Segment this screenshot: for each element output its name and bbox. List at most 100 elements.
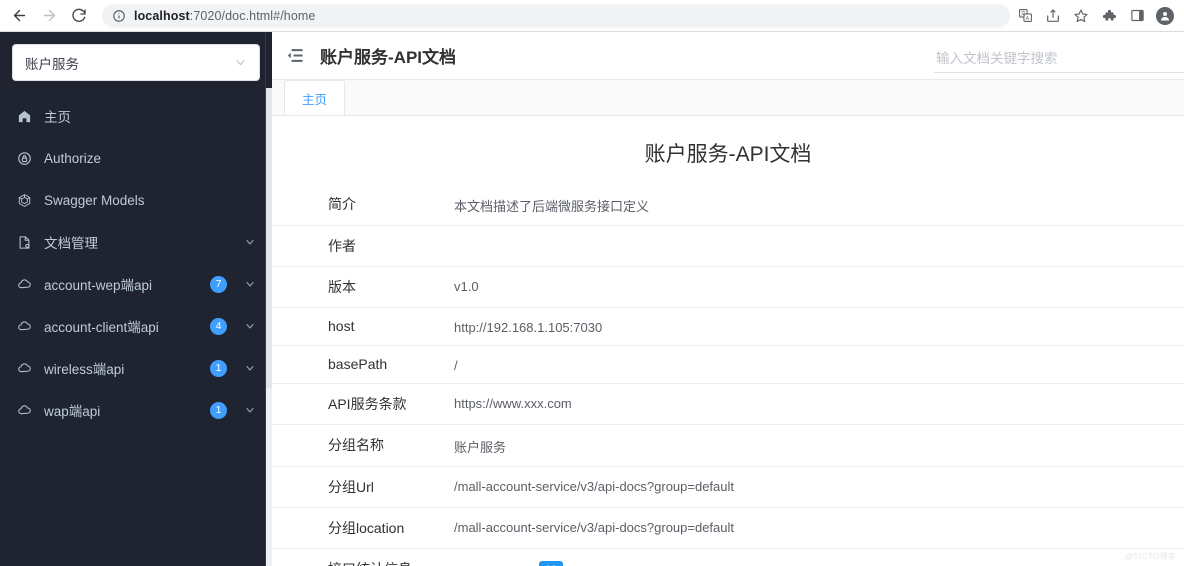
sidebar-item-label: 主页 <box>44 110 71 125</box>
address-bar[interactable]: localhost:7020/doc.html#/home <box>102 3 1010 28</box>
url-text: localhost:7020/doc.html#/home <box>134 9 315 23</box>
sidebar-item-document-manage[interactable]: 文档管理 <box>0 221 272 263</box>
tab-label: 主页 <box>302 92 328 107</box>
chevron-down-icon <box>244 320 256 332</box>
sidebar-item-label: Authorize <box>44 150 102 166</box>
svg-text:文: 文 <box>1020 10 1025 17</box>
search-container <box>934 47 1184 73</box>
status-badge: 4 <box>210 317 227 335</box>
tab-home[interactable]: 主页 <box>284 80 346 115</box>
lock-icon <box>16 150 33 167</box>
row-key: basePath <box>328 356 388 372</box>
table-row: 版本 v1.0 <box>272 267 1184 308</box>
table-row: 简介 本文档描述了后端微服务接口定义 <box>272 184 1184 226</box>
sidebar-menu: 主页 Authorize Swagger Models 文档管理 account… <box>0 95 272 431</box>
sidebar-item-label: wireless端api <box>44 362 125 377</box>
table-row-api-stats: 接口统计信息 POST 10 GET 3 <box>272 549 1184 566</box>
stat-line-post: POST 10 <box>454 555 1168 566</box>
sidebar-item-account-wep-api[interactable]: account-wep端api 7 <box>0 263 272 305</box>
search-input[interactable] <box>934 47 1184 73</box>
cloud-icon <box>16 360 33 377</box>
row-key: 分组名称 <box>328 437 384 453</box>
document-content: 账户服务-API文档 简介 本文档描述了后端微服务接口定义 作者 版本 v1.0 <box>272 116 1184 566</box>
row-key: API服务条款 <box>328 396 407 412</box>
chevron-down-icon <box>234 56 247 69</box>
status-badge: 7 <box>210 275 227 293</box>
row-value: /mall-account-service/v3/api-docs?group=… <box>454 520 735 535</box>
document-info-table: 简介 本文档描述了后端微服务接口定义 作者 版本 v1.0 host http:… <box>272 184 1184 566</box>
row-value: 账户服务 <box>454 440 507 455</box>
home-icon <box>16 108 33 125</box>
stat-method-label: POST <box>454 563 539 566</box>
sidebar: 账户服务 主页 Authorize Swagger Models 文档管理 ac… <box>0 32 272 566</box>
status-badge: 1 <box>210 359 227 377</box>
bookmark-star-icon[interactable] <box>1068 3 1094 29</box>
reload-icon[interactable] <box>64 2 94 30</box>
tab-bar: 主页 <box>272 80 1184 116</box>
app-root: 账户服务 主页 Authorize Swagger Models 文档管理 ac… <box>0 32 1184 566</box>
menu-fold-icon[interactable] <box>286 46 306 66</box>
site-info-icon[interactable] <box>112 9 126 23</box>
row-value: / <box>454 358 458 373</box>
chevron-down-icon <box>244 404 256 416</box>
sidebar-item-label: 文档管理 <box>44 236 98 251</box>
chevron-down-icon <box>244 278 256 290</box>
document-title: 账户服务-API文档 <box>644 143 812 166</box>
watermark: @51CTO博客 <box>1124 552 1176 561</box>
sidebar-item-swagger-models[interactable]: Swagger Models <box>0 179 272 221</box>
chevron-down-icon <box>244 362 256 374</box>
browser-actions: 文A <box>1012 3 1184 29</box>
row-key: host <box>328 318 355 334</box>
row-key: 作者 <box>328 238 356 254</box>
table-row: API服务条款 https://www.xxx.com <box>272 384 1184 425</box>
app-header: 账户服务-API文档 <box>272 32 1184 80</box>
url-host: localhost <box>134 8 190 23</box>
table-row: 分组Url /mall-account-service/v3/api-docs?… <box>272 467 1184 508</box>
sidebar-item-wap-api[interactable]: wap端api 1 <box>0 389 272 431</box>
back-arrow-icon[interactable] <box>4 2 34 30</box>
url-path: :7020/doc.html#/home <box>189 8 316 23</box>
stat-count-badge: 10 <box>539 560 563 566</box>
translate-icon[interactable]: 文A <box>1012 3 1038 29</box>
row-key: 版本 <box>328 279 356 295</box>
browser-nav-buttons <box>0 2 94 30</box>
table-row: 分组location /mall-account-service/v3/api-… <box>272 508 1184 549</box>
main-panel: 账户服务-API文档 主页 账户服务-API文档 简介 本文档描述了后端微服务接… <box>272 32 1184 566</box>
cloud-icon <box>16 318 33 335</box>
cloud-icon <box>16 276 33 293</box>
row-value: v1.0 <box>454 279 479 294</box>
forward-arrow-icon[interactable] <box>34 2 64 30</box>
row-key: 接口统计信息 <box>272 549 454 566</box>
cloud-icon <box>16 402 33 419</box>
status-badge: 1 <box>210 401 227 419</box>
side-panel-icon[interactable] <box>1124 3 1150 29</box>
profile-avatar-icon[interactable] <box>1152 3 1178 29</box>
table-row: basePath / <box>272 346 1184 384</box>
service-selector-value: 账户服务 <box>25 56 79 72</box>
row-value: /mall-account-service/v3/api-docs?group=… <box>454 479 735 494</box>
sidebar-item-label: account-wep端api <box>44 278 153 293</box>
service-selector[interactable]: 账户服务 <box>12 44 260 81</box>
row-value: POST 10 GET 3 <box>454 549 1184 566</box>
row-value <box>454 226 1184 267</box>
row-value: 本文档描述了后端微服务接口定义 <box>454 199 650 214</box>
row-key: 分组location <box>328 520 405 536</box>
row-value: http://192.168.1.105:7030 <box>454 320 603 335</box>
share-icon[interactable] <box>1040 3 1066 29</box>
extensions-puzzle-icon[interactable] <box>1096 3 1122 29</box>
sidebar-item-label: account-client端api <box>44 320 159 335</box>
row-key: 分组Url <box>328 479 374 495</box>
avatar <box>1156 6 1174 25</box>
row-key: 简介 <box>328 196 356 212</box>
sidebar-item-account-client-api[interactable]: account-client端api 4 <box>0 305 272 347</box>
document-manage-icon <box>16 234 33 251</box>
table-row: host http://192.168.1.105:7030 <box>272 308 1184 346</box>
page-title: 账户服务-API文档 <box>320 48 456 67</box>
sidebar-item-label: wap端api <box>44 404 101 419</box>
row-value: https://www.xxx.com <box>454 396 572 411</box>
table-row: 分组名称 账户服务 <box>272 425 1184 467</box>
chevron-down-icon <box>244 236 256 248</box>
sidebar-item-authorize[interactable]: Authorize <box>0 137 272 179</box>
sidebar-item-wireless-api[interactable]: wireless端api 1 <box>0 347 272 389</box>
sidebar-item-home[interactable]: 主页 <box>0 95 272 137</box>
